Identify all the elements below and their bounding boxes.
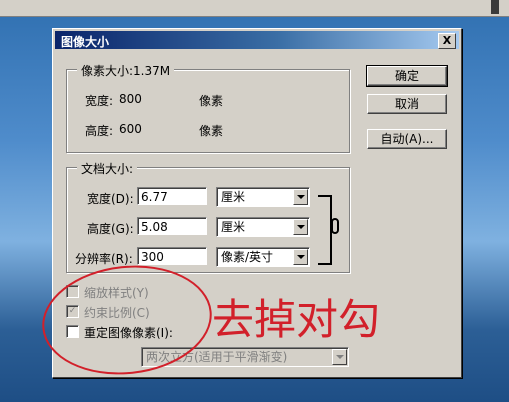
chevron-down-icon[interactable] bbox=[293, 249, 308, 265]
doc-height-input[interactable]: 5.08 bbox=[137, 217, 207, 235]
pixel-width-label: 宽度: bbox=[85, 94, 114, 108]
pixel-width-unit: 像素 bbox=[199, 94, 224, 108]
doc-width-unit-value: 厘米 bbox=[221, 190, 246, 204]
doc-width-input[interactable]: 6.77 bbox=[137, 187, 207, 205]
pixel-dimensions-legend: 像素大小:1.37M bbox=[77, 62, 175, 79]
background-app-bar bbox=[0, 0, 509, 17]
pixel-dimensions-group: 像素大小:1.37M 宽度: 800 像素 高度: 600 像素 bbox=[66, 62, 350, 153]
cancel-button[interactable]: 取消 bbox=[367, 94, 447, 114]
chevron-down-icon[interactable] bbox=[332, 349, 347, 365]
pixel-width-value: 800 bbox=[119, 92, 142, 106]
ok-button[interactable]: 确定 bbox=[366, 65, 448, 87]
doc-width-label: 宽度(D): bbox=[87, 192, 134, 206]
doc-height-label: 高度(G): bbox=[87, 222, 134, 236]
chain-link-icon bbox=[331, 218, 339, 234]
pixel-height-unit: 像素 bbox=[199, 124, 224, 138]
resolution-label: 分辨率(R): bbox=[75, 252, 133, 266]
document-size-legend: 文档大小: bbox=[77, 160, 138, 177]
auto-button[interactable]: 自动(A)... bbox=[367, 129, 447, 149]
doc-height-unit-value: 厘米 bbox=[221, 220, 246, 234]
constrain-link-bracket bbox=[318, 195, 332, 265]
resolution-unit-value: 像素/英寸 bbox=[221, 250, 274, 264]
pixel-height-value: 600 bbox=[119, 122, 142, 136]
close-button[interactable]: X bbox=[438, 33, 456, 49]
doc-width-unit-select[interactable]: 厘米 bbox=[216, 187, 310, 207]
resolution-input[interactable]: 300 bbox=[137, 247, 207, 265]
resolution-unit-select[interactable]: 像素/英寸 bbox=[216, 247, 310, 267]
chevron-down-icon[interactable] bbox=[293, 219, 308, 235]
background-scroll-handle bbox=[491, 0, 499, 14]
chevron-down-icon[interactable] bbox=[293, 189, 308, 205]
dialog-title: 图像大小 bbox=[61, 35, 110, 49]
annotation-text: 去掉对勾 bbox=[212, 295, 381, 344]
dialog-titlebar[interactable]: 图像大小 X bbox=[55, 31, 459, 49]
pixel-height-label: 高度: bbox=[85, 124, 114, 138]
doc-height-unit-select[interactable]: 厘米 bbox=[216, 217, 310, 237]
